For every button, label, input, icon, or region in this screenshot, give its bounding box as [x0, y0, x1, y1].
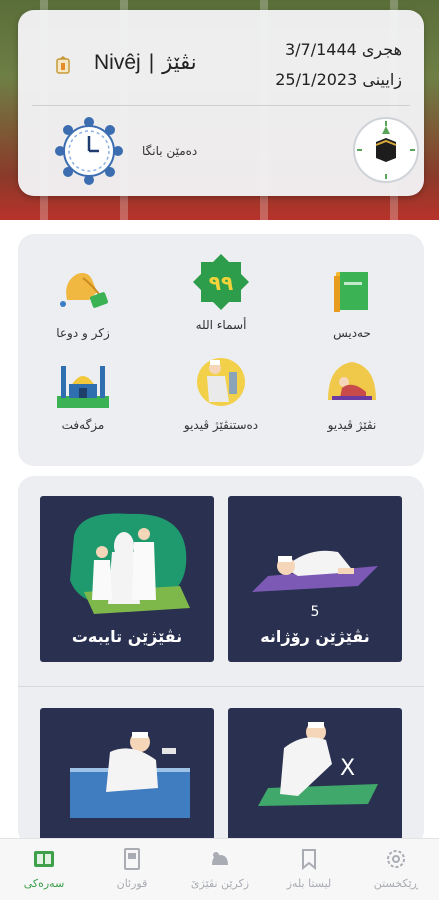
prayer-beads-hands-icon — [60, 273, 109, 308]
nav-bookmarks[interactable]: لیستا بلەز — [265, 847, 353, 890]
feature-label: نڤێژ ڤیدیو — [327, 418, 377, 432]
prayer-cards-panel: 5 نڤێژێن رۆژانە نڤێژێن تایبەت X — [18, 476, 424, 846]
prayer-time-card[interactable]: Nivêj | نڤێژ هجری 3/7/1444 زایینی 25/1/202… — [18, 10, 424, 196]
nav-label: سەرەکی — [23, 877, 65, 890]
nav-label: ڕێکخستن — [373, 877, 419, 890]
feature-label: دەستنڤێژ ڤیدیو — [183, 418, 259, 432]
mosque-icon — [57, 366, 109, 408]
feature-prayer-video[interactable]: نڤێژ ڤیدیو — [292, 352, 412, 432]
feature-mosque[interactable]: مزگەفت — [23, 352, 143, 432]
divider — [32, 105, 410, 106]
hijri-date: هجری 3/7/1444 — [284, 40, 402, 59]
feature-wudu-video[interactable]: دەستنڤێژ ڤیدیو — [161, 352, 281, 432]
nav-label: لیستا بلەز — [286, 877, 332, 890]
nav-home[interactable]: سەرەکی — [0, 847, 88, 890]
feature-label: أسماء الله — [195, 318, 247, 332]
card-wudu[interactable] — [40, 708, 214, 846]
nav-settings[interactable]: ڕێکخستن — [352, 847, 439, 890]
current-prayer: Nivêj | نڤێژ — [94, 50, 197, 75]
book-icon — [334, 272, 368, 312]
svg-text:٩٩: ٩٩ — [209, 271, 233, 295]
nav-dhikr[interactable]: زکرێن نڤێژێ — [176, 847, 264, 890]
feature-names-of-allah[interactable]: ٩٩ أسماء الله — [161, 252, 281, 332]
adhan-times-label[interactable]: دەمێن بانگا — [142, 144, 197, 158]
settings-icon — [387, 850, 405, 868]
feature-label: زکر و دوعا — [56, 326, 110, 340]
current-prayer-kurdish: نڤێژ — [162, 51, 197, 74]
card-prayer-mistakes[interactable]: X — [228, 708, 402, 846]
gregorian-date: زایینی 25/1/2023 — [275, 70, 402, 89]
feature-label: حەدیس — [333, 326, 371, 340]
x-prayer-icon — [258, 722, 378, 806]
prayer-video-icon — [328, 362, 376, 400]
family-prayer-icon — [70, 513, 190, 614]
feature-dhikr-dua[interactable]: زکر و دوعا — [23, 260, 143, 340]
ninety-nine-names-icon: ٩٩ — [193, 254, 249, 310]
prostration-icon — [252, 550, 378, 592]
clock-icon[interactable] — [54, 116, 124, 186]
feature-label: مزگەفت — [61, 418, 105, 432]
divider — [18, 686, 424, 687]
wudu-sink-icon — [70, 732, 190, 818]
lantern-icon — [56, 56, 70, 74]
home-icon — [34, 851, 54, 867]
prayer-beads-icon — [212, 852, 228, 865]
nav-label: زکرێن نڤێژێ — [190, 877, 250, 890]
quran-icon — [124, 848, 140, 870]
wudu-video-icon — [197, 358, 245, 406]
card-daily-prayers[interactable]: 5 نڤێژێن رۆژانە — [228, 496, 402, 662]
card-count: 5 — [310, 604, 320, 620]
card-title: نڤێژێن تایبەت — [71, 627, 183, 646]
current-prayer-latin: Nivêj — [94, 51, 141, 74]
current-prayer-separator: | — [148, 51, 155, 74]
x-badge: X — [340, 756, 356, 781]
bookmark-icon — [302, 849, 316, 871]
bottom-navigation: ڕێکخستن لیستا بلەز زکرێن نڤێژێ قورئان سە… — [0, 838, 439, 900]
card-title: نڤێژێن رۆژانە — [260, 627, 370, 646]
feature-hadith[interactable]: حەدیس — [292, 260, 412, 340]
nav-quran[interactable]: قورئان — [88, 847, 176, 890]
card-special-prayers[interactable]: نڤێژێن تایبەت — [40, 496, 214, 662]
features-panel: حەدیس ٩٩ أسماء الله زکر و دوعا نڤێژ ڤیدی… — [18, 234, 424, 466]
kaaba-clock-icon[interactable] — [352, 116, 420, 184]
nav-label: قورئان — [116, 877, 148, 890]
